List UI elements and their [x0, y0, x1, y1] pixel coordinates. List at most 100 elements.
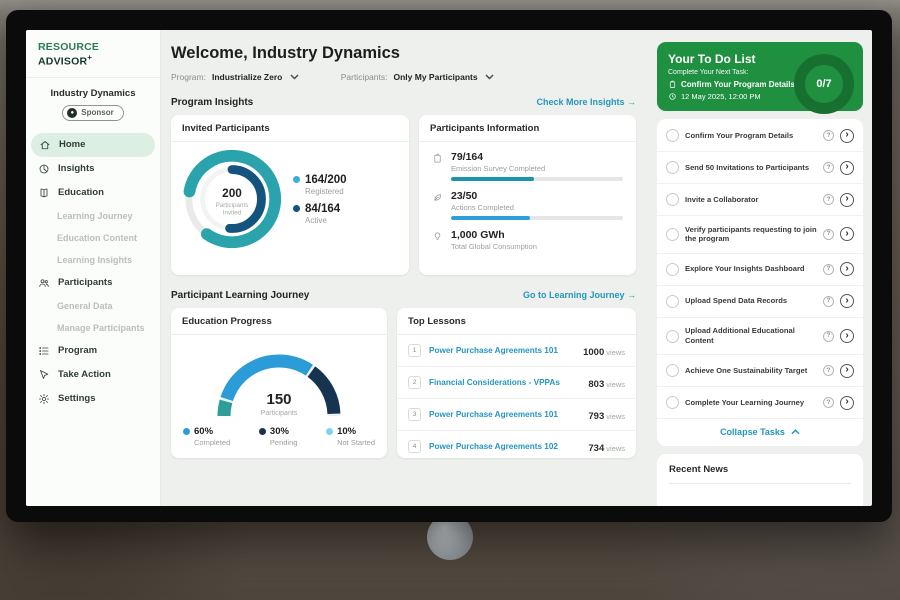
todo-task-row[interactable]: Upload Additional Educational Content ? …	[657, 318, 863, 356]
check-more-insights-link[interactable]: Check More Insights →	[536, 97, 636, 107]
todo-task-row[interactable]: Send 50 Invitations to Participants ? ›	[657, 152, 863, 184]
todo-task-row[interactable]: Verify participants requesting to join t…	[657, 216, 863, 254]
legend-dot	[326, 428, 333, 435]
todo-task-row[interactable]: Upload Spend Data Records ? ›	[657, 286, 863, 318]
task-checkbox[interactable]	[666, 161, 679, 174]
lesson-row: 4 Power Purchase Agreements 102 734views	[397, 431, 636, 458]
todo-task-row[interactable]: Achieve One Sustainability Target ? ›	[657, 355, 863, 387]
todo-next-task: Confirm Your Program Details	[681, 80, 795, 89]
todo-task-row[interactable]: Complete Your Learning Journey ? ›	[657, 387, 863, 419]
stat-label: Emission Survey Completed	[451, 164, 623, 173]
legend-dot	[183, 428, 190, 435]
task-checkbox[interactable]	[666, 295, 679, 308]
lesson-rank: 2	[408, 376, 421, 389]
participants-information-card: Participants Information 79/164 Emission…	[419, 115, 636, 275]
info-icon[interactable]: ?	[823, 194, 834, 205]
stat-value: 1,000 GWh	[451, 229, 623, 241]
chevron-right-icon[interactable]: ›	[840, 329, 854, 343]
top-lessons-card: Top Lessons 1 Power Purchase Agreements …	[397, 308, 636, 458]
app-logo: RESOURCE ADVISOR+	[26, 30, 160, 78]
photo-background: RESOURCE ADVISOR+ Industry Dynamics ● Sp…	[0, 0, 900, 600]
filters-row: Program:Industrialize Zero Participants:…	[171, 72, 636, 82]
chevron-right-icon[interactable]: ›	[840, 364, 854, 378]
legend-item: 84/164 Active	[293, 203, 347, 225]
leaf-icon	[432, 192, 443, 203]
chevron-right-icon[interactable]: ›	[840, 193, 854, 207]
lesson-rank: 1	[408, 344, 421, 357]
info-icon[interactable]: ?	[823, 331, 834, 342]
chevron-right-icon[interactable]: ›	[840, 227, 854, 241]
lesson-link[interactable]: Power Purchase Agreements 102	[429, 442, 588, 451]
todo-task-row[interactable]: Explore Your Insights Dashboard ? ›	[657, 254, 863, 286]
sidebar-item-general-data[interactable]: General Data	[26, 295, 160, 317]
svg-text:Participants: Participants	[216, 202, 249, 209]
education-gauge-chart: 150 Participants	[204, 338, 354, 423]
lesson-row: 2 Financial Considerations - VPPAs 803vi…	[397, 367, 636, 399]
chevron-up-icon	[791, 429, 800, 435]
sidebar: RESOURCE ADVISOR+ Industry Dynamics ● Sp…	[26, 30, 161, 506]
sponsor-label: Sponsor	[81, 108, 113, 117]
sidebar-item-manage-participants[interactable]: Manage Participants	[26, 317, 160, 339]
stat-row: 79/164 Emission Survey Completed	[432, 151, 623, 181]
lesson-link[interactable]: Power Purchase Agreements 101	[429, 410, 588, 419]
sidebar-item-learning-journey[interactable]: Learning Journey	[26, 205, 160, 227]
sponsor-icon: ●	[67, 108, 77, 118]
sidebar-item-program[interactable]: Program	[26, 339, 160, 363]
chevron-right-icon[interactable]: ›	[840, 262, 854, 276]
info-icon[interactable]: ?	[823, 162, 834, 173]
info-icon[interactable]: ?	[823, 296, 834, 307]
task-checkbox[interactable]	[666, 228, 679, 241]
sidebar-nav: Home Insights Education Learning Journey…	[26, 133, 160, 411]
chevron-right-icon[interactable]: ›	[840, 129, 854, 143]
card-title: Participants Information	[419, 115, 636, 142]
info-icon[interactable]: ?	[823, 229, 834, 240]
sidebar-item-settings[interactable]: Settings	[26, 387, 160, 411]
chevron-right-icon[interactable]: ›	[840, 161, 854, 175]
program-label: Program:	[171, 72, 206, 82]
go-to-learning-journey-link[interactable]: Go to Learning Journey →	[523, 290, 636, 300]
lesson-link[interactable]: Financial Considerations - VPPAs	[429, 378, 588, 387]
chevron-right-icon[interactable]: ›	[840, 294, 854, 308]
task-checkbox[interactable]	[666, 193, 679, 206]
collapse-tasks-link[interactable]: Collapse Tasks	[657, 419, 863, 444]
sidebar-item-participants[interactable]: Participants	[26, 271, 160, 295]
lesson-link[interactable]: Power Purchase Agreements 101	[429, 346, 583, 355]
legend-dot	[293, 176, 300, 183]
sidebar-item-education[interactable]: Education	[26, 181, 160, 205]
info-icon[interactable]: ?	[823, 365, 834, 376]
invited-participants-card: Invited Participants 200 Participants In…	[171, 115, 409, 275]
participants-dropdown[interactable]: Participants:Only My Participants	[341, 72, 494, 82]
sidebar-item-insights[interactable]: Insights	[26, 157, 160, 181]
info-icon[interactable]: ?	[823, 130, 834, 141]
progress-bar-track	[451, 177, 623, 181]
info-icon[interactable]: ?	[823, 397, 834, 408]
stat-row: 23/50 Actions Completed	[432, 190, 623, 220]
sidebar-item-home[interactable]: Home	[31, 133, 155, 157]
task-checkbox[interactable]	[666, 263, 679, 276]
chevron-right-icon[interactable]: ›	[840, 396, 854, 410]
legend-dot	[259, 428, 266, 435]
task-checkbox[interactable]	[666, 364, 679, 377]
sidebar-item-learning-insights[interactable]: Learning Insights	[26, 249, 160, 271]
info-icon[interactable]: ?	[823, 264, 834, 275]
participants-icon	[38, 277, 50, 289]
todo-progress-count: 0/7	[816, 78, 831, 90]
card-title: Top Lessons	[397, 308, 636, 335]
task-checkbox[interactable]	[666, 330, 679, 343]
lesson-views: 1000	[583, 347, 604, 358]
todo-task-row[interactable]: Invite a Collaborator ? ›	[657, 184, 863, 216]
program-dropdown[interactable]: Program:Industrialize Zero	[171, 72, 299, 82]
list-icon	[38, 345, 50, 357]
task-checkbox[interactable]	[666, 129, 679, 142]
sidebar-item-take-action[interactable]: Take Action	[26, 363, 160, 387]
task-checkbox[interactable]	[666, 396, 679, 409]
survey-icon	[432, 153, 443, 164]
legend-label: Registered	[305, 187, 347, 196]
legend-label: Active	[305, 216, 347, 225]
stat-row: 1,000 GWh Total Global Consumption	[432, 229, 623, 251]
todo-task-row[interactable]: Confirm Your Program Details ? ›	[657, 120, 863, 152]
logo-text-primary: RESOURCE	[38, 41, 99, 53]
sidebar-item-education-content[interactable]: Education Content	[26, 227, 160, 249]
logo-text-secondary: ADVISOR	[38, 56, 87, 68]
lesson-rank: 4	[408, 440, 421, 453]
